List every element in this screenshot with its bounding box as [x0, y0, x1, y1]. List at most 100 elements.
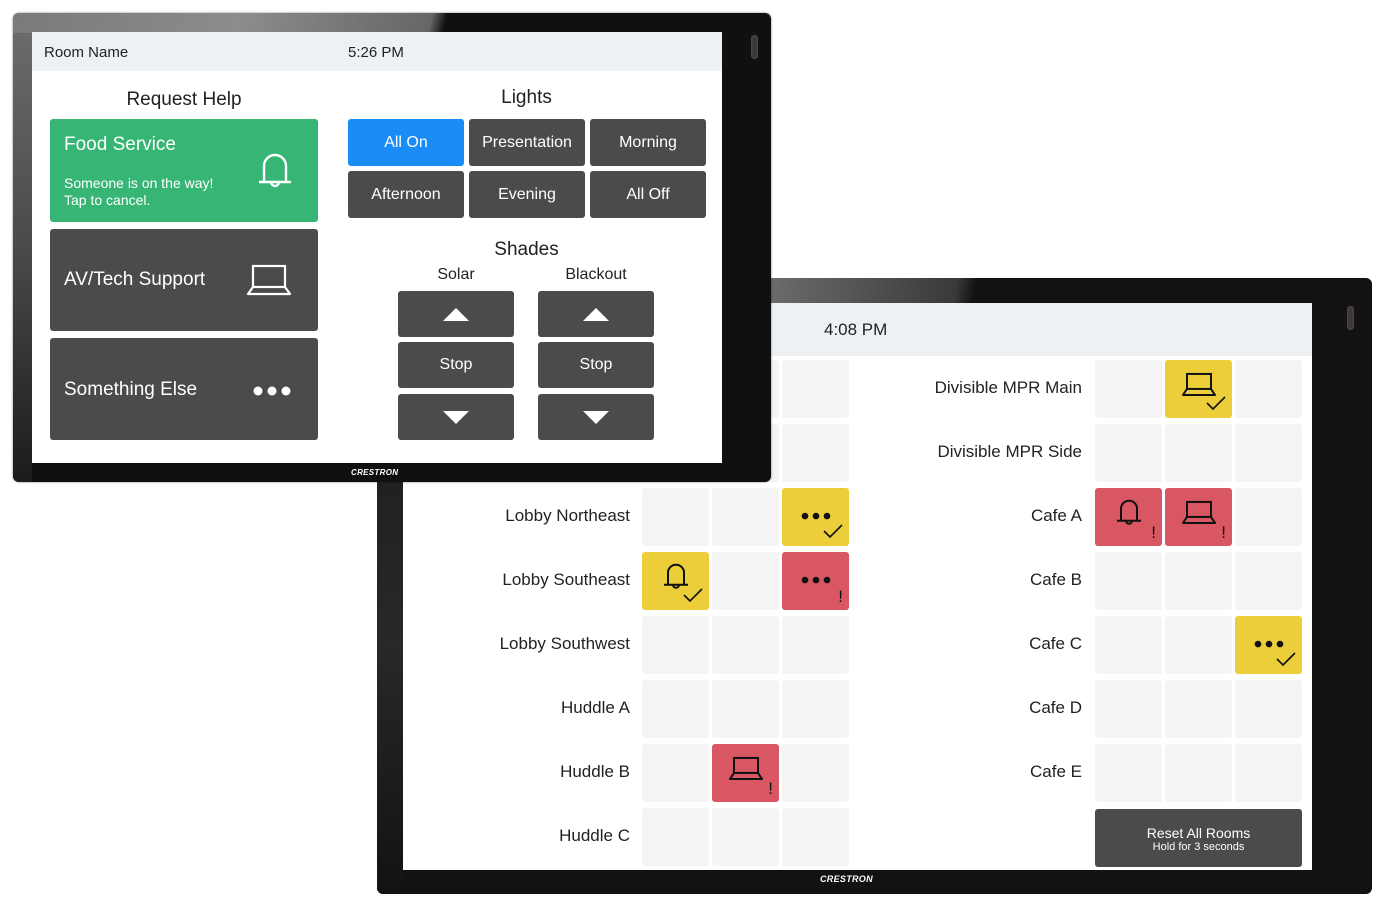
request-cell[interactable] — [1235, 744, 1302, 802]
room-label: Cafe C — [1029, 634, 1082, 653]
room-label: Cafe B — [1030, 570, 1082, 589]
laptop-icon — [1181, 500, 1217, 531]
lights-morning-button[interactable]: Morning — [590, 119, 706, 166]
request-cell[interactable] — [782, 488, 849, 546]
blackout-stop-button[interactable]: Stop — [538, 342, 654, 388]
room-label: Huddle A — [561, 698, 630, 717]
request-cell[interactable] — [1235, 360, 1302, 418]
laptop-icon — [728, 756, 764, 787]
status-time: 5:26 PM — [348, 44, 404, 61]
room-label: Cafe D — [1029, 698, 1082, 717]
alert-icon: ! — [1151, 523, 1156, 542]
request-cell[interactable] — [782, 360, 849, 418]
solar-down-button[interactable] — [398, 394, 514, 440]
request-cell[interactable] — [1235, 616, 1302, 674]
request-cell[interactable] — [1095, 552, 1162, 610]
down-arrow-icon — [443, 410, 469, 424]
request-cell[interactable] — [1165, 424, 1232, 482]
request-cell[interactable] — [1235, 488, 1302, 546]
more-dots-icon — [1254, 635, 1284, 653]
proximity-sensor — [751, 35, 758, 59]
solar-up-button[interactable] — [398, 291, 514, 337]
status-time: 4:08 PM — [824, 320, 888, 339]
something-else-card[interactable]: Something Else — [50, 338, 318, 440]
room-name: Room Name — [44, 44, 129, 61]
card-subtitle: Someone is on the way! Tap to cancel. — [64, 175, 214, 208]
reset-all-rooms-button[interactable]: Reset All Rooms Hold for 3 seconds — [1095, 809, 1302, 867]
card-title: AV/Tech Support — [64, 269, 206, 290]
bezel-glare — [13, 13, 771, 33]
lights-all-off-button[interactable]: All Off — [590, 171, 706, 218]
request-cell[interactable] — [1235, 424, 1302, 482]
request-cell[interactable] — [782, 808, 849, 866]
lights-all-on-button[interactable]: All On — [348, 119, 464, 166]
lights-title: Lights — [501, 87, 552, 108]
brand-logo: CRESTRON — [820, 874, 873, 884]
room-screen: Room Name 5:26 PM Request Help Food Serv… — [32, 32, 722, 463]
room-label: Cafe E — [1030, 762, 1082, 781]
request-cell[interactable] — [1095, 616, 1162, 674]
request-cell[interactable] — [1095, 424, 1162, 482]
request-cell[interactable] — [1165, 552, 1232, 610]
room-tablet: CRESTRON Room Name 5:26 PM Request Help … — [13, 13, 771, 482]
request-cell[interactable] — [1165, 616, 1232, 674]
food-service-card[interactable]: Food Service Someone is on the way! Tap … — [50, 119, 318, 222]
down-arrow-icon — [583, 410, 609, 424]
request-cell[interactable] — [642, 488, 709, 546]
reset-label: Reset All Rooms — [1146, 825, 1251, 841]
laptop-icon — [246, 264, 292, 301]
request-cell[interactable] — [1235, 680, 1302, 738]
request-cell[interactable] — [782, 424, 849, 482]
brand-logo: CRESTRON — [351, 468, 399, 477]
checkmark-icon — [1276, 652, 1296, 670]
up-arrow-icon — [443, 307, 469, 321]
lights-presentation-button[interactable]: Presentation — [469, 119, 585, 166]
request-cell[interactable] — [1095, 680, 1162, 738]
room-label: Huddle B — [560, 762, 630, 781]
status-bar: Room Name 5:26 PM — [32, 32, 722, 71]
request-cell[interactable] — [782, 680, 849, 738]
request-cell[interactable]: ! — [712, 744, 779, 802]
request-cell[interactable] — [712, 808, 779, 866]
request-cell[interactable] — [1165, 680, 1232, 738]
room-label: Divisible MPR Side — [937, 442, 1082, 461]
request-cell[interactable] — [712, 488, 779, 546]
request-cell[interactable] — [712, 680, 779, 738]
room-label: Lobby Southwest — [499, 634, 630, 653]
room-label: Cafe A — [1030, 506, 1082, 525]
solar-stop-button[interactable]: Stop — [398, 342, 514, 388]
request-cell[interactable] — [642, 680, 709, 738]
request-cell[interactable]: ! — [782, 552, 849, 610]
request-cell[interactable] — [1165, 360, 1232, 418]
reset-hint: Hold for 3 seconds — [1152, 841, 1245, 853]
request-cell[interactable] — [782, 616, 849, 674]
blackout-label: Blackout — [565, 266, 627, 283]
av-tech-support-card[interactable]: AV/Tech Support — [50, 229, 318, 331]
request-cell[interactable] — [782, 744, 849, 802]
lights-afternoon-button[interactable]: Afternoon — [348, 171, 464, 218]
proximity-sensor — [1347, 306, 1354, 330]
request-cell[interactable] — [712, 616, 779, 674]
request-help-title: Request Help — [126, 89, 242, 110]
request-cell[interactable] — [1095, 744, 1162, 802]
request-cell[interactable] — [1095, 360, 1162, 418]
request-cell[interactable] — [642, 808, 709, 866]
blackout-down-button[interactable] — [538, 394, 654, 440]
request-cell[interactable] — [1165, 744, 1232, 802]
request-cell[interactable] — [642, 744, 709, 802]
room-label: Lobby Northeast — [505, 506, 630, 525]
request-cell[interactable] — [642, 616, 709, 674]
request-cell[interactable] — [642, 552, 709, 610]
request-cell[interactable] — [1235, 552, 1302, 610]
request-cell[interactable]: ! — [1095, 488, 1162, 546]
up-arrow-icon — [583, 307, 609, 321]
blackout-up-button[interactable] — [538, 291, 654, 337]
more-dots-icon — [801, 507, 831, 525]
request-cell[interactable]: ! — [1165, 488, 1232, 546]
checkmark-icon — [683, 588, 703, 606]
lights-evening-button[interactable]: Evening — [469, 171, 585, 218]
request-cell[interactable] — [712, 552, 779, 610]
bell-icon — [1116, 498, 1142, 533]
room-label: Divisible MPR Main — [934, 378, 1082, 397]
solar-label: Solar — [437, 266, 475, 283]
